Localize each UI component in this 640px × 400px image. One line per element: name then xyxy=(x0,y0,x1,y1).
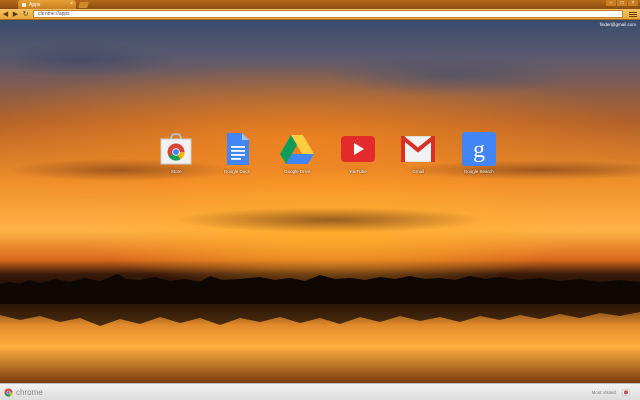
reload-button[interactable]: ↻ xyxy=(21,10,30,19)
google-docs-icon xyxy=(219,131,255,167)
tab-strip: Apps × – □ × xyxy=(0,0,640,9)
svg-text:g: g xyxy=(473,137,485,163)
back-button[interactable]: ◀ xyxy=(1,10,10,19)
menu-icon[interactable] xyxy=(629,10,637,18)
apps-tab-icon xyxy=(22,2,26,7)
web-store-icon xyxy=(158,131,194,167)
app-label: Google Search xyxy=(463,169,494,174)
app-gmail[interactable]: Gmail xyxy=(388,131,449,174)
app-web-store[interactable]: Store xyxy=(146,131,207,174)
most-visited-link[interactable]: Most Visited xyxy=(592,390,616,395)
tab-apps[interactable]: Apps × xyxy=(18,0,76,9)
app-label: Google Drive xyxy=(284,169,311,174)
app-label: Gmail xyxy=(412,169,425,174)
new-tab-button[interactable] xyxy=(78,2,89,8)
address-bar-url: chrome://apps xyxy=(38,11,70,17)
maximize-button[interactable]: □ xyxy=(617,0,627,6)
treeline xyxy=(0,274,640,304)
web-store-small-icon[interactable] xyxy=(622,388,630,396)
forward-button[interactable]: ▶ xyxy=(11,10,20,19)
app-google-docs[interactable]: Google Docs xyxy=(207,131,268,174)
app-google-search[interactable]: g Google Search xyxy=(449,131,510,174)
app-grid: Store Google Docs Google Drive YouTube G… xyxy=(146,131,509,174)
app-youtube[interactable]: YouTube xyxy=(328,131,389,174)
app-google-drive[interactable]: Google Drive xyxy=(267,131,328,174)
window-controls: – □ × xyxy=(606,0,638,6)
user-email[interactable]: finder@gmail.com xyxy=(600,22,636,27)
chrome-logo-icon xyxy=(4,387,13,397)
toolbar: ◀ ▶ ↻ chrome://apps xyxy=(0,9,640,20)
tab-label: Apps xyxy=(29,1,41,8)
google-drive-icon xyxy=(279,131,315,167)
chrome-brand: chrome xyxy=(16,387,43,397)
youtube-icon xyxy=(340,131,376,167)
app-label: YouTube xyxy=(348,169,367,174)
close-tab-icon[interactable]: × xyxy=(70,2,73,7)
close-window-button[interactable]: × xyxy=(628,0,638,6)
gmail-icon xyxy=(400,131,436,167)
background-sunset xyxy=(0,20,640,383)
app-label: Store xyxy=(170,169,182,174)
google-search-icon: g xyxy=(461,131,497,167)
water-reflection xyxy=(0,304,640,326)
address-bar[interactable]: chrome://apps xyxy=(33,10,623,18)
minimize-button[interactable]: – xyxy=(606,0,616,6)
bottom-bar: chrome Most Visited xyxy=(0,383,640,400)
app-label: Google Docs xyxy=(223,169,250,174)
